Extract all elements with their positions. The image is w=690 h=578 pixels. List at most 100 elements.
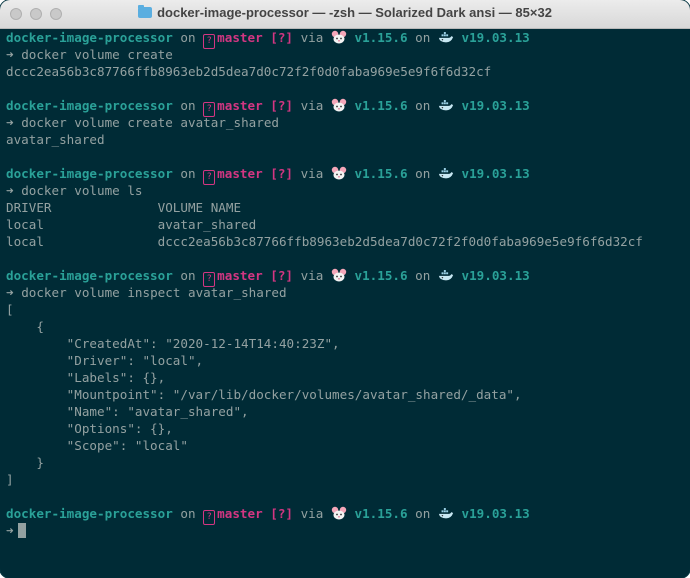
- docker-version: v19.03.13: [453, 98, 530, 113]
- terminal-window: docker-image-processor — -zsh — Solarize…: [0, 0, 690, 578]
- node-version: v1.15.6: [346, 98, 408, 113]
- output-line: avatar_shared: [6, 131, 643, 148]
- git-status: [?]: [262, 166, 293, 181]
- output-text: "Scope": "local": [6, 438, 188, 453]
- prompt-text: on: [172, 166, 204, 181]
- git-status: [?]: [262, 98, 293, 113]
- mouse-icon: [331, 166, 347, 180]
- node-version: v1.15.6: [346, 268, 408, 283]
- output-line: "Options": {},: [6, 420, 643, 437]
- git-branch: master: [217, 506, 263, 521]
- prompt-arrow-icon: ➜: [6, 523, 14, 538]
- git-branch-icon: ?: [203, 510, 216, 525]
- command-text: docker volume inspect avatar_shared: [21, 285, 287, 300]
- prompt-text: on: [407, 166, 438, 181]
- output-text: ]: [6, 472, 14, 487]
- git-branch-icon: ?: [203, 170, 216, 185]
- prompt-text: on: [407, 98, 438, 113]
- output-line: dccc2ea56b3c87766ffb8963eb2d5dea7d0c72f2…: [6, 63, 643, 80]
- output-line: {: [6, 318, 643, 335]
- command-text: docker volume ls: [21, 183, 143, 198]
- command-line: ➜ docker volume ls: [6, 182, 643, 199]
- output-text: "Options": {},: [6, 421, 173, 436]
- output-text: "Labels": {},: [6, 370, 166, 385]
- node-version: v1.15.6: [346, 506, 408, 521]
- docker-version: v19.03.13: [453, 30, 530, 45]
- prompt-line: docker-image-processor on ? master [?] vi…: [6, 165, 643, 185]
- title-bar[interactable]: docker-image-processor — -zsh — Solarize…: [0, 0, 690, 29]
- output-text: "Mountpoint": "/var/lib/docker/volumes/a…: [6, 387, 522, 402]
- whale-icon: [438, 270, 454, 281]
- prompt-text: via: [293, 268, 331, 283]
- output-line: }: [6, 454, 643, 471]
- prompt-text: on: [407, 268, 438, 283]
- output-text: }: [6, 455, 44, 470]
- prompt-directory: docker-image-processor: [6, 98, 173, 113]
- prompt-text: on: [172, 268, 204, 283]
- prompt-line: docker-image-processor on ? master [?] vi…: [6, 505, 643, 525]
- prompt-line: docker-image-processor on ? master [?] vi…: [6, 267, 643, 287]
- terminal-output[interactable]: docker-image-processor on ? master [?] vi…: [6, 29, 643, 539]
- git-branch: master: [217, 268, 263, 283]
- folder-icon: [138, 5, 153, 18]
- docker-version: v19.03.13: [453, 268, 530, 283]
- output-line: "Scope": "local": [6, 437, 643, 454]
- command-line: ➜ docker volume create: [6, 46, 643, 63]
- prompt-text: via: [293, 506, 331, 521]
- prompt-text: on: [407, 506, 438, 521]
- mouse-icon: [331, 98, 347, 112]
- command-line: ➜ docker volume create avatar_shared: [6, 114, 643, 131]
- prompt-directory: docker-image-processor: [6, 506, 173, 521]
- prompt-line: docker-image-processor on ? master [?] vi…: [6, 29, 643, 49]
- output-line: "Labels": {},: [6, 369, 643, 386]
- prompt-text: via: [293, 30, 331, 45]
- node-version: v1.15.6: [346, 166, 408, 181]
- window-title-container: docker-image-processor — -zsh — Solarize…: [0, 5, 690, 20]
- prompt-arrow-icon: ➜: [6, 183, 14, 198]
- git-branch: master: [217, 30, 263, 45]
- mouse-icon: [331, 506, 347, 520]
- output-text: avatar_shared: [6, 132, 105, 147]
- git-status: [?]: [262, 268, 293, 283]
- output-text: "Name": "avatar_shared",: [6, 404, 249, 419]
- prompt-directory: docker-image-processor: [6, 166, 173, 181]
- output-text: "Driver": "local",: [6, 353, 204, 368]
- output-line: ]: [6, 471, 643, 488]
- prompt-line: docker-image-processor on ? master [?] vi…: [6, 97, 643, 117]
- command-text: docker volume create avatar_shared: [21, 115, 279, 130]
- active-command-line: ➜: [6, 522, 643, 539]
- prompt-text: via: [293, 166, 331, 181]
- window-title: docker-image-processor — -zsh — Solarize…: [157, 5, 552, 20]
- output-text: local avatar_shared: [6, 217, 257, 232]
- prompt-text: on: [172, 506, 204, 521]
- output-line: [: [6, 301, 643, 318]
- whale-icon: [438, 100, 454, 111]
- output-line: "Driver": "local",: [6, 352, 643, 369]
- prompt-arrow-icon: ➜: [6, 285, 14, 300]
- prompt-directory: docker-image-processor: [6, 30, 173, 45]
- node-version: v1.15.6: [346, 30, 408, 45]
- prompt-text: on: [407, 30, 438, 45]
- text-cursor[interactable]: [17, 523, 26, 538]
- output-line: local avatar_shared: [6, 216, 643, 233]
- output-line: "CreatedAt": "2020-12-14T14:40:23Z",: [6, 335, 643, 352]
- command-text: docker volume create: [21, 47, 173, 62]
- prompt-text: on: [172, 98, 204, 113]
- output-text: {: [6, 319, 44, 334]
- docker-version: v19.03.13: [453, 166, 530, 181]
- git-status: [?]: [262, 30, 293, 45]
- docker-version: v19.03.13: [453, 506, 530, 521]
- prompt-arrow-icon: ➜: [6, 115, 14, 130]
- prompt-text: via: [293, 98, 331, 113]
- command-line: ➜ docker volume inspect avatar_shared: [6, 284, 643, 301]
- git-branch: master: [217, 166, 263, 181]
- whale-icon: [438, 32, 454, 43]
- whale-icon: [438, 168, 454, 179]
- prompt-directory: docker-image-processor: [6, 268, 173, 283]
- prompt-arrow-icon: ➜: [6, 47, 14, 62]
- git-branch-icon: ?: [203, 34, 216, 49]
